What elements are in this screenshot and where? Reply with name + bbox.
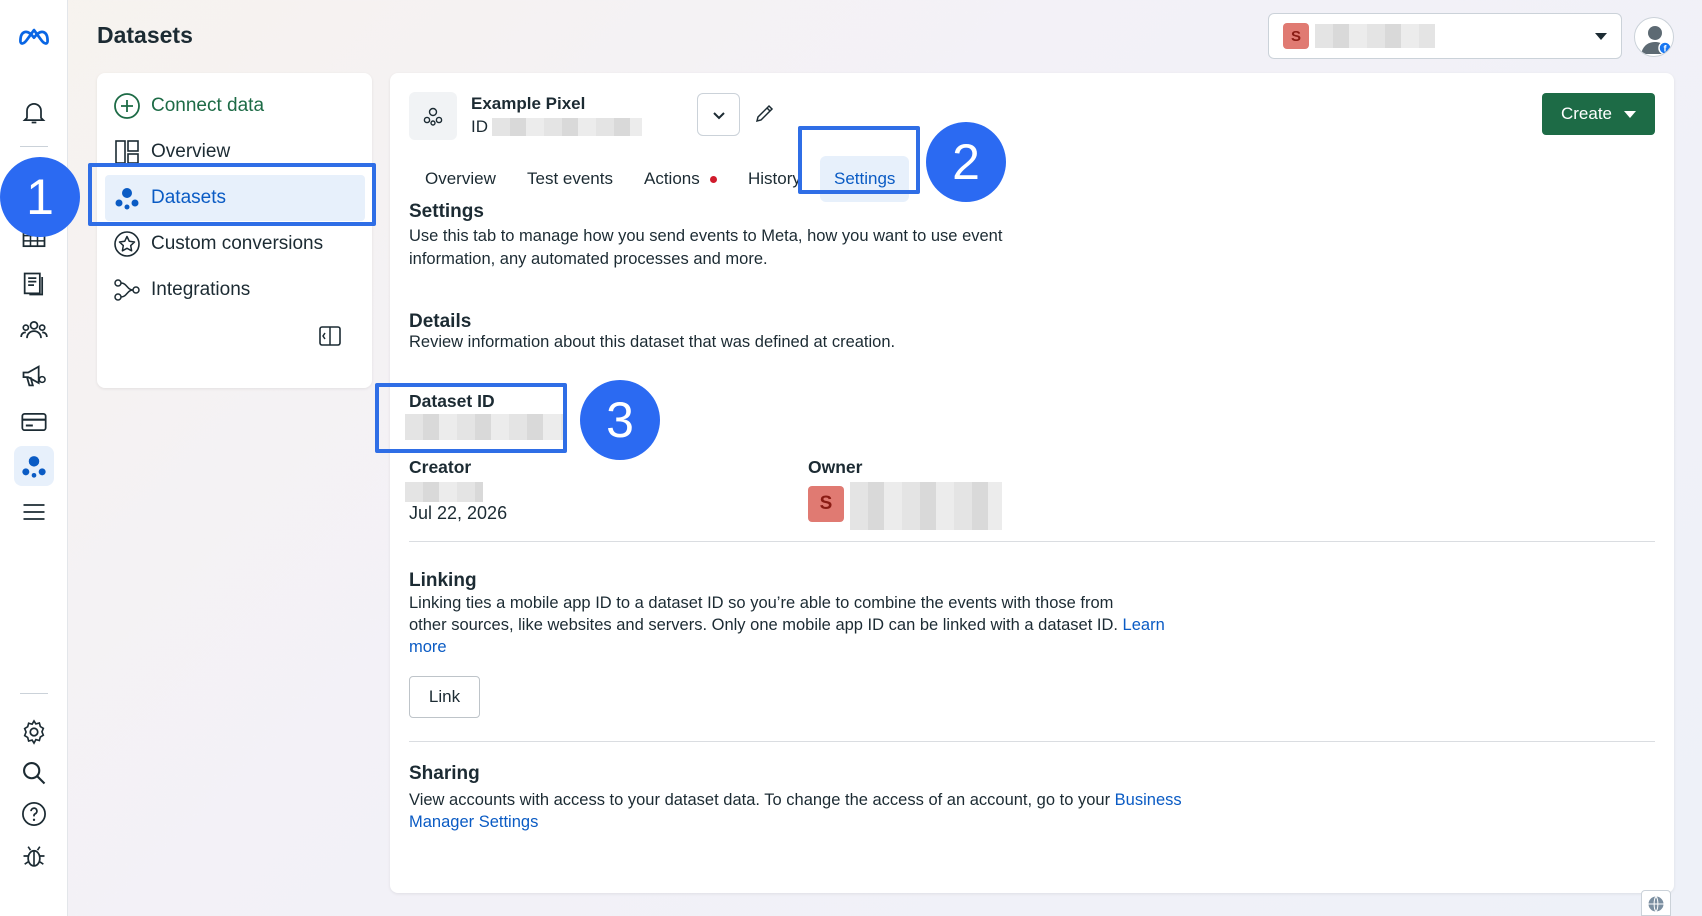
account-selector[interactable]: S — [1268, 13, 1622, 59]
ads-megaphone-icon[interactable] — [14, 356, 54, 396]
step-marker-2: 2 — [926, 122, 1006, 202]
owner-label: Owner — [808, 457, 863, 477]
datasets-rail-icon[interactable] — [14, 446, 54, 486]
settings-heading: Settings — [409, 201, 484, 222]
nav-custom-conversions-label: Custom conversions — [151, 233, 324, 254]
highlight-box-datasets — [88, 163, 376, 226]
highlight-box-dataset-id — [375, 383, 567, 453]
dataset-detail-card: Example Pixel ID Overview Test events Ac… — [390, 73, 1674, 893]
create-button[interactable]: Create — [1542, 93, 1655, 135]
business-link[interactable]: Business — [1115, 791, 1182, 809]
nav-overview-label: Overview — [151, 141, 231, 162]
caret-down-icon — [1624, 110, 1637, 118]
sharing-description: View accounts with access to your datase… — [409, 791, 1182, 809]
linking-description-2: other sources, like websites and servers… — [409, 616, 1165, 634]
account-avatar-badge: S — [1283, 23, 1309, 49]
plus-circle-icon — [114, 93, 140, 119]
search-icon[interactable] — [14, 753, 54, 793]
create-button-label: Create — [1560, 104, 1613, 123]
dataset-id-label: ID — [471, 117, 488, 136]
star-badge-icon — [114, 231, 140, 257]
tab-test-events[interactable]: Test events — [527, 156, 613, 202]
edit-pencil-icon[interactable] — [753, 101, 777, 125]
section-divider — [409, 741, 1655, 742]
owner-avatar-badge: S — [808, 486, 844, 522]
meta-logo-icon[interactable] — [14, 16, 54, 56]
layout-icon — [115, 140, 139, 164]
owner-name-redacted — [850, 482, 1002, 530]
notifications-bell-icon[interactable] — [14, 92, 54, 132]
datasets-nav-panel: Connect data Overview Datasets Custom co… — [97, 73, 372, 388]
creator-name-redacted — [405, 482, 483, 502]
tab-overview[interactable]: Overview — [425, 156, 496, 202]
chevron-down-icon — [1595, 32, 1607, 40]
tab-history[interactable]: History — [748, 156, 801, 202]
rail-divider — [20, 693, 48, 694]
linking-description-1: Linking ties a mobile app ID to a datase… — [409, 594, 1114, 612]
dataset-id-row: ID — [471, 117, 642, 137]
learn-more-link-cont[interactable]: more — [409, 635, 447, 659]
manager-settings-link[interactable]: Manager Settings — [409, 810, 538, 834]
nav-integrations[interactable]: Integrations — [113, 267, 363, 313]
billing-card-icon[interactable] — [14, 402, 54, 442]
dataset-switcher-button[interactable] — [697, 93, 740, 136]
step-marker-3: 3 — [580, 380, 660, 460]
details-description: Review information about this dataset th… — [409, 333, 896, 351]
collapse-panel-icon[interactable] — [317, 323, 343, 349]
sharing-heading: Sharing — [409, 763, 480, 784]
dataset-icon — [409, 92, 457, 140]
menu-icon[interactable] — [14, 492, 54, 532]
nav-connect-data-label: Connect data — [151, 95, 265, 116]
linking-heading: Linking — [409, 570, 477, 591]
chevron-down-icon — [712, 111, 725, 119]
creator-date: Jul 22, 2026 — [409, 503, 508, 523]
settings-gear-icon[interactable] — [14, 712, 54, 752]
nav-custom-conversions[interactable]: Custom conversions — [113, 221, 363, 267]
tab-actions[interactable]: Actions — [644, 156, 717, 202]
integrations-icon — [114, 279, 140, 301]
audiences-icon[interactable] — [14, 310, 54, 350]
account-name-redacted — [1315, 24, 1435, 48]
rail-divider — [20, 146, 48, 147]
bug-report-icon[interactable] — [14, 836, 54, 876]
icon-rail — [0, 0, 68, 916]
settings-description-2: information, any automated processes and… — [409, 250, 768, 268]
section-divider — [409, 541, 1655, 542]
pages-icon[interactable] — [14, 264, 54, 304]
creator-label: Creator — [409, 457, 472, 477]
highlight-box-settings — [798, 126, 920, 194]
nav-integrations-label: Integrations — [151, 279, 251, 300]
link-button[interactable]: Link — [409, 676, 480, 718]
dataset-name: Example Pixel — [471, 94, 586, 113]
settings-description-1: Use this tab to manage how you send even… — [409, 227, 1003, 245]
page-title: Datasets — [97, 22, 193, 48]
user-avatar[interactable]: f — [1634, 17, 1674, 57]
step-marker-1: 1 — [0, 157, 80, 237]
help-icon[interactable] — [14, 794, 54, 834]
alert-dot — [709, 175, 717, 183]
language-globe-icon[interactable] — [1641, 890, 1671, 916]
dataset-id-redacted — [492, 118, 642, 136]
learn-more-link[interactable]: Learn — [1123, 616, 1165, 634]
nav-connect-data[interactable]: Connect data — [113, 83, 363, 129]
